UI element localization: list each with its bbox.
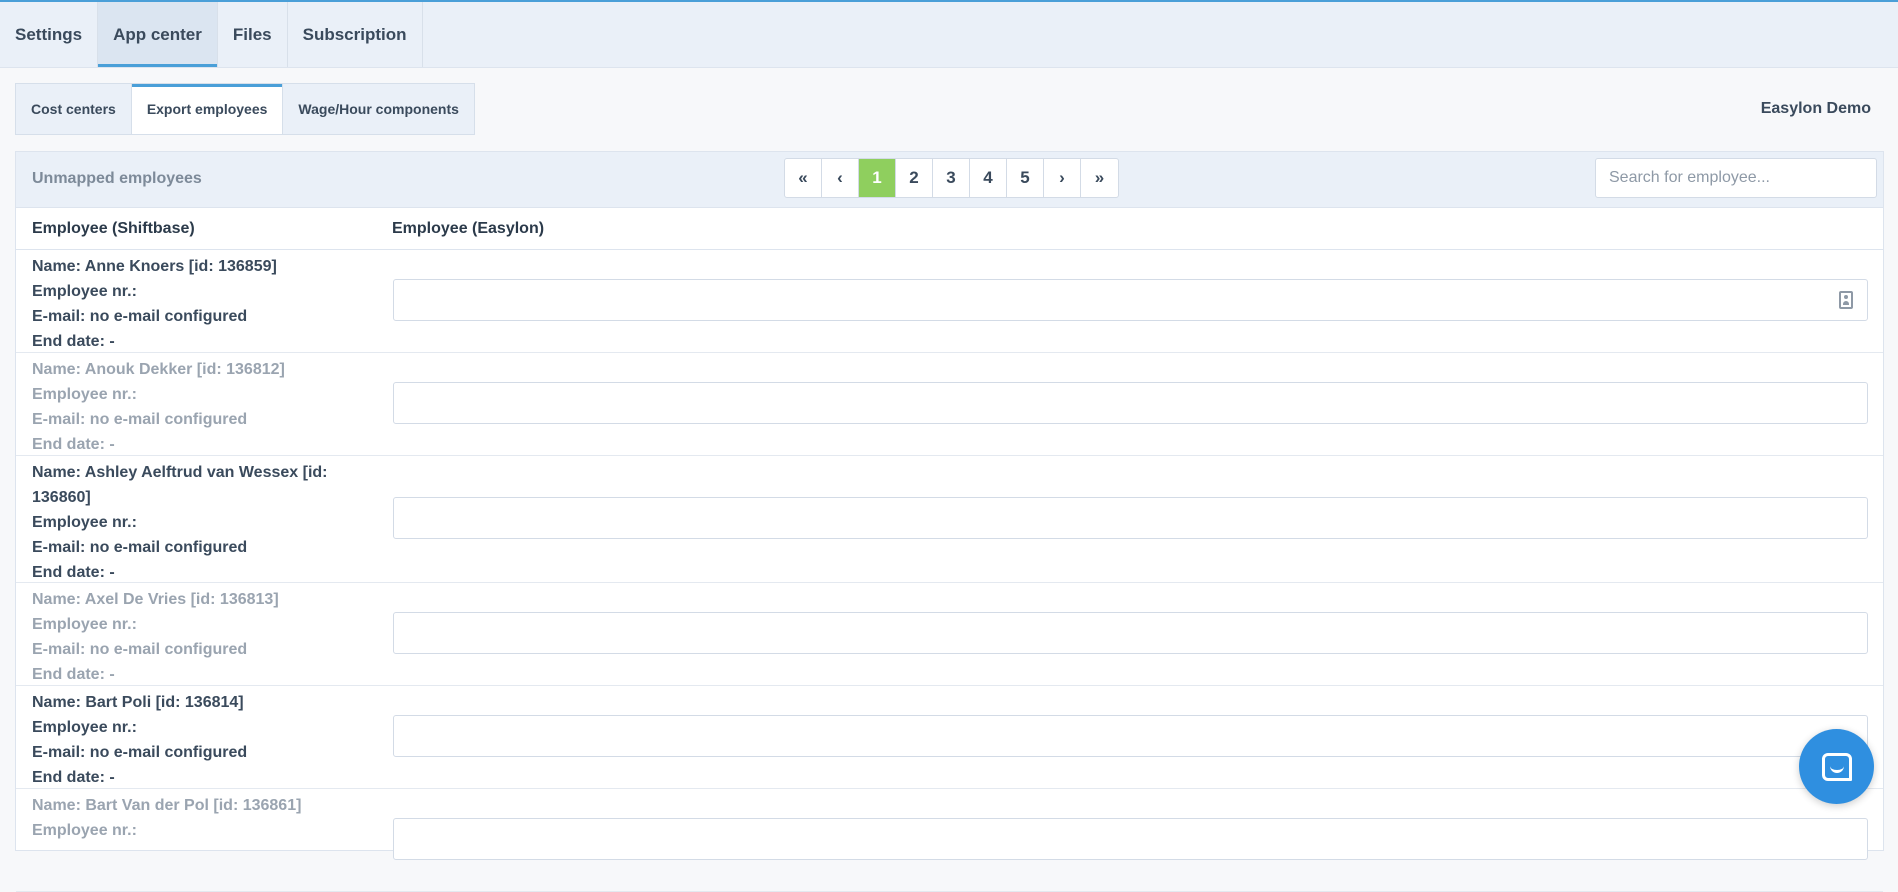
first-page-button[interactable]: « (785, 159, 822, 197)
employee-name: Name: Anne Knoers [id: 136859] (32, 258, 277, 275)
employee-info: Name: Anne Knoers [id: 136859] Employee … (32, 254, 372, 354)
employee-name: Name: Bart Poli [id: 136814] (32, 694, 244, 711)
easylon-employee-select[interactable] (393, 382, 1868, 424)
top-navigation: Settings App center Files Subscription (0, 0, 1898, 68)
employee-info: Name: Anouk Dekker [id: 136812] Employee… (32, 357, 372, 457)
employee-end-date: End date: - (32, 666, 115, 683)
table-row: Name: Ashley Aelftrud van Wessex [id: 13… (16, 456, 1883, 583)
employee-number: Employee nr.: (32, 283, 137, 300)
employee-email: E-mail: no e-mail configured (32, 641, 248, 658)
subtab-export-employees[interactable]: Export employees (131, 84, 284, 134)
chat-bubble-icon (1821, 752, 1852, 781)
employee-number: Employee nr.: (32, 616, 137, 633)
contact-card-icon (1839, 291, 1853, 309)
employee-email: E-mail: no e-mail configured (32, 539, 248, 556)
employee-end-date: End date: - (32, 333, 115, 350)
employee-info: Name: Ashley Aelftrud van Wessex [id: 13… (32, 460, 362, 585)
employee-email: E-mail: no e-mail configured (32, 411, 248, 428)
employee-name: Name: Bart Van der Pol [id: 136861] (32, 797, 302, 814)
column-header-shiftbase: Employee (Shiftbase) (32, 220, 195, 237)
page-button-1[interactable]: 1 (859, 159, 896, 197)
employee-number: Employee nr.: (32, 822, 137, 839)
subtab-wage-hour-components[interactable]: Wage/Hour components (283, 84, 474, 134)
page-button-2[interactable]: 2 (896, 159, 933, 197)
tab-app-center[interactable]: App center (98, 2, 218, 67)
table-row: Name: Bart Van der Pol [id: 136861] Empl… (16, 789, 1883, 892)
employee-end-date: End date: - (32, 564, 115, 581)
employee-info: Name: Bart Van der Pol [id: 136861] Empl… (32, 793, 372, 843)
employee-info: Name: Bart Poli [id: 136814] Employee nr… (32, 690, 372, 790)
employee-end-date: End date: - (32, 436, 115, 453)
tab-settings[interactable]: Settings (0, 2, 99, 67)
page-button-4[interactable]: 4 (970, 159, 1007, 197)
employee-number: Employee nr.: (32, 514, 137, 531)
table-row: Name: Anouk Dekker [id: 136812] Employee… (16, 353, 1883, 456)
account-name: Easylon Demo (1760, 100, 1871, 117)
employee-search-input[interactable] (1595, 158, 1877, 198)
employee-number: Employee nr.: (32, 719, 137, 736)
employee-email: E-mail: no e-mail configured (32, 744, 248, 761)
easylon-employee-select[interactable] (393, 818, 1868, 860)
easylon-employee-select[interactable] (393, 715, 1868, 757)
page-button-3[interactable]: 3 (933, 159, 970, 197)
employee-number: Employee nr.: (32, 386, 137, 403)
table-header: Employee (Shiftbase) Employee (Easylon) (16, 208, 1883, 250)
sub-navigation: Cost centers Export employees Wage/Hour … (15, 83, 475, 135)
panel-header: Unmapped employees « ‹ 1 2 3 4 5 › » (16, 152, 1883, 208)
next-page-button[interactable]: › (1044, 159, 1081, 197)
employee-name: Name: Axel De Vries [id: 136813] (32, 591, 279, 608)
employee-info: Name: Axel De Vries [id: 136813] Employe… (32, 587, 372, 687)
employee-end-date: End date: - (32, 769, 115, 786)
employee-name: Name: Anouk Dekker [id: 136812] (32, 361, 285, 378)
easylon-employee-select[interactable] (393, 497, 1868, 539)
previous-page-button[interactable]: ‹ (822, 159, 859, 197)
tab-subscription[interactable]: Subscription (288, 2, 423, 67)
unmapped-employees-panel: Unmapped employees « ‹ 1 2 3 4 5 › » Emp… (15, 151, 1884, 892)
easylon-employee-select[interactable] (393, 279, 1868, 321)
pagination: « ‹ 1 2 3 4 5 › » (784, 158, 1119, 198)
employee-email: E-mail: no e-mail configured (32, 308, 248, 325)
employee-name: Name: Ashley Aelftrud van Wessex [id: 13… (32, 464, 328, 506)
chat-launcher-button[interactable] (1799, 729, 1874, 804)
column-header-easylon: Employee (Easylon) (392, 220, 545, 237)
tab-files[interactable]: Files (218, 2, 288, 67)
last-page-button[interactable]: » (1081, 159, 1118, 197)
table-row: Name: Bart Poli [id: 136814] Employee nr… (16, 686, 1883, 789)
page-button-5[interactable]: 5 (1007, 159, 1044, 197)
panel-title: Unmapped employees (32, 170, 202, 187)
subtab-cost-centers[interactable]: Cost centers (16, 84, 132, 134)
table-row: Name: Axel De Vries [id: 136813] Employe… (16, 583, 1883, 686)
table-row: Name: Anne Knoers [id: 136859] Employee … (16, 250, 1883, 353)
easylon-employee-select[interactable] (393, 612, 1868, 654)
